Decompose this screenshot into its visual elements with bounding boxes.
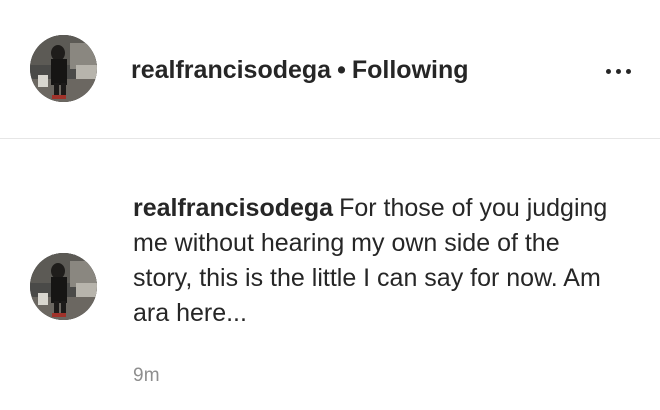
header-username-link[interactable]: realfrancisodega: [131, 56, 331, 84]
post-timestamp[interactable]: 9m: [133, 365, 160, 387]
avatar-image: [30, 35, 97, 102]
avatar-image: [30, 253, 97, 320]
post-panel: realfrancisodega • Following realfrancis…: [0, 0, 660, 410]
header-title: realfrancisodega • Following: [131, 55, 469, 85]
more-options-icon[interactable]: [598, 56, 638, 86]
post-header: realfrancisodega • Following: [0, 0, 660, 139]
more-dot: [605, 68, 611, 74]
following-button[interactable]: Following: [352, 56, 469, 84]
caption-body: realfrancisodega For those of you judging…: [133, 191, 613, 331]
caption-avatar[interactable]: [30, 253, 97, 320]
header-avatar[interactable]: [30, 35, 97, 102]
header-separator: •: [337, 56, 346, 84]
more-dot: [615, 68, 621, 74]
caption-username-link[interactable]: realfrancisodega: [133, 194, 333, 222]
more-dot: [625, 68, 631, 74]
post-caption: realfrancisodega For those of you judging…: [0, 140, 660, 410]
